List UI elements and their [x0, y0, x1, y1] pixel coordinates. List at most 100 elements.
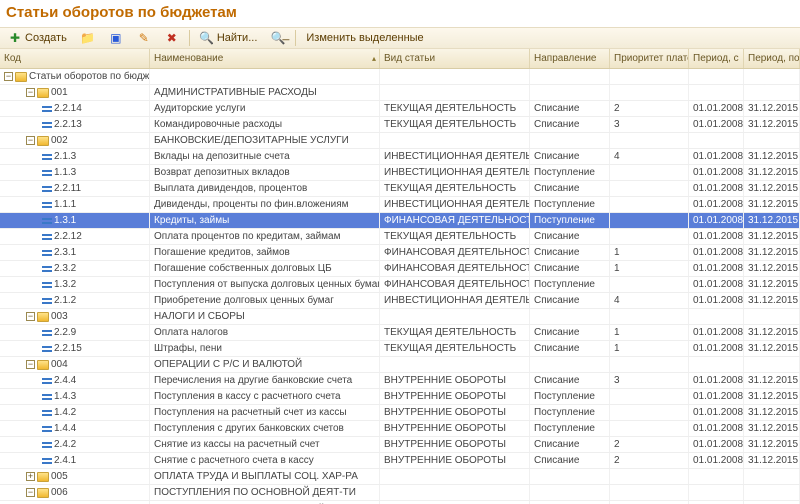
tree-leaf-row[interactable]: 2.2.14Аудиторские услугиТЕКУЩАЯ ДЕЯТЕЛЬН… [0, 101, 800, 117]
name-cell: Погашение собственных долговых ЦБ [150, 261, 380, 276]
from-cell [689, 485, 744, 500]
tree-leaf-row[interactable]: 1.4.4Поступления с других банковских сче… [0, 421, 800, 437]
type-cell: ФИНАНСОВАЯ ДЕЯТЕЛЬНОСТЬ [380, 277, 530, 292]
tree-leaf-row[interactable]: 1.4.2Поступления на расчетный счет из ка… [0, 405, 800, 421]
separator [295, 30, 296, 46]
item-icon [42, 234, 52, 240]
copy-button[interactable]: ▣ [105, 29, 127, 47]
edit-button[interactable]: ✎ [133, 29, 155, 47]
tree-leaf-row[interactable]: 2.2.13Командировочные расходыТЕКУЩАЯ ДЕЯ… [0, 117, 800, 133]
col-name[interactable]: Наименование▴ [150, 49, 380, 68]
tree-leaf-row[interactable]: 2.4.2Снятие из кассы на расчетный счетВН… [0, 437, 800, 453]
col-prio[interactable]: Приоритет платежа [610, 49, 689, 68]
tree-leaf-row[interactable]: 2.4.4Перечисления на другие банковские с… [0, 373, 800, 389]
type-cell: ИНВЕСТИЦИОННАЯ ДЕЯТЕЛЬНОСТЬ [380, 149, 530, 164]
prio-cell: 4 [610, 149, 689, 164]
root-label: Статьи оборотов по бюджетам [29, 71, 150, 82]
to-cell [744, 357, 800, 372]
collapse-icon[interactable]: − [26, 488, 35, 497]
tree-leaf-row[interactable]: 1.1.1Дивиденды, проценты по фин.вложения… [0, 197, 800, 213]
tree-leaf-row[interactable]: 1.1.3Возврат депозитных вкладовИНВЕСТИЦИ… [0, 165, 800, 181]
dir-cell: Поступление [530, 213, 610, 228]
name-cell: Вклады на депозитные счета [150, 149, 380, 164]
collapse-icon[interactable]: − [26, 136, 35, 145]
folder-icon [37, 360, 49, 370]
collapse-icon[interactable]: − [4, 72, 13, 81]
clear-find-button[interactable]: 🔍̶ [267, 29, 289, 47]
prio-cell: 2 [610, 437, 689, 452]
plus-icon: ✚ [8, 31, 22, 45]
from-cell: 01.01.2008 [689, 197, 744, 212]
expand-icon[interactable]: + [26, 472, 35, 481]
col-code[interactable]: Код [0, 49, 150, 68]
tree-leaf-row[interactable]: 2.2.12Оплата процентов по кредитам, займ… [0, 229, 800, 245]
prio-cell: 1 [610, 325, 689, 340]
folder-icon [37, 312, 49, 322]
to-cell: 31.12.2015 [744, 325, 800, 340]
name-cell: АДМИНИСТРАТИВНЫЕ РАСХОДЫ [150, 85, 380, 100]
copy-icon: ▣ [109, 31, 123, 45]
code-text: 2.4.2 [54, 439, 76, 450]
type-cell: ФИНАНСОВАЯ ДЕЯТЕЛЬНОСТЬ [380, 261, 530, 276]
from-cell: 01.01.2008 [689, 405, 744, 420]
tree-group-row[interactable]: −002БАНКОВСКИЕ/ДЕПОЗИТАРНЫЕ УСЛУГИ [0, 133, 800, 149]
name-cell: Погашение кредитов, займов [150, 245, 380, 260]
prio-cell [610, 389, 689, 404]
tree-leaf-row[interactable]: 2.3.1Погашение кредитов, займовФИНАНСОВА… [0, 245, 800, 261]
name-cell: Приобретение долговых ценных бумаг [150, 293, 380, 308]
create-button[interactable]: ✚ Создать [4, 29, 71, 47]
find-label: Найти... [217, 32, 258, 44]
dir-cell: Списание [530, 261, 610, 276]
tree-root-row[interactable]: − Статьи оборотов по бюджетам [0, 69, 800, 85]
collapse-icon[interactable]: − [26, 360, 35, 369]
to-cell: 31.12.2015 [744, 261, 800, 276]
name-cell: ОПЛАТА ТРУДА И ВЫПЛАТЫ СОЦ. ХАР-РА [150, 469, 380, 484]
tree-leaf-row[interactable]: 1.3.2Поступления от выпуска долговых цен… [0, 277, 800, 293]
item-icon [42, 106, 52, 112]
tree-leaf-row[interactable]: 1.3.1Кредиты, займыФИНАНСОВАЯ ДЕЯТЕЛЬНОС… [0, 213, 800, 229]
tree-leaf-row[interactable]: 2.3.2Погашение собственных долговых ЦБФИ… [0, 261, 800, 277]
tree-group-row[interactable]: −004ОПЕРАЦИИ С Р/С И ВАЛЮТОЙ [0, 357, 800, 373]
col-type[interactable]: Вид статьи [380, 49, 530, 68]
to-cell [744, 133, 800, 148]
prio-cell [610, 405, 689, 420]
tree-group-row[interactable]: −001АДМИНИСТРАТИВНЫЕ РАСХОДЫ [0, 85, 800, 101]
to-cell: 31.12.2015 [744, 117, 800, 132]
from-cell: 01.01.2008 [689, 341, 744, 356]
to-cell: 31.12.2015 [744, 453, 800, 468]
name-cell: Поступления в кассу с расчетного счета [150, 389, 380, 404]
from-cell: 01.01.2008 [689, 213, 744, 228]
item-icon [42, 202, 52, 208]
tree-leaf-row[interactable]: 1.4.3Поступления в кассу с расчетного сч… [0, 389, 800, 405]
delete-button[interactable]: ✖ [161, 29, 183, 47]
tree-group-row[interactable]: +005ОПЛАТА ТРУДА И ВЫПЛАТЫ СОЦ. ХАР-РА [0, 469, 800, 485]
code-text: 1.3.2 [54, 279, 76, 290]
tree-leaf-row[interactable]: 2.2.15Штрафы, пениТЕКУЩАЯ ДЕЯТЕЛЬНОСТЬСп… [0, 341, 800, 357]
type-cell: ИНВЕСТИЦИОННАЯ ДЕЯТЕЛЬНОСТЬ [380, 197, 530, 212]
prio-cell [610, 485, 689, 500]
from-cell: 01.01.2008 [689, 229, 744, 244]
tree-leaf-row[interactable]: 2.1.3Вклады на депозитные счетаИНВЕСТИЦИ… [0, 149, 800, 165]
col-dir[interactable]: Направление [530, 49, 610, 68]
tree-leaf-row[interactable]: 2.4.1Снятие с расчетного счета в кассуВН… [0, 453, 800, 469]
toolbar: ✚ Создать 📁 ▣ ✎ ✖ 🔍 Найти... 🔍̶ Изменить… [0, 27, 800, 49]
to-cell: 31.12.2015 [744, 213, 800, 228]
col-from[interactable]: Период, с [689, 49, 744, 68]
collapse-icon[interactable]: − [26, 88, 35, 97]
tree-group-row[interactable]: −003НАЛОГИ И СБОРЫ [0, 309, 800, 325]
from-cell: 01.01.2008 [689, 149, 744, 164]
edit-selected-button[interactable]: Изменить выделенные [302, 29, 427, 47]
tree-leaf-row[interactable]: 2.2.11Выплата дивидендов, процентовТЕКУЩ… [0, 181, 800, 197]
from-cell [689, 469, 744, 484]
tree-leaf-row[interactable]: 2.2.9Оплата налоговТЕКУЩАЯ ДЕЯТЕЛЬНОСТЬС… [0, 325, 800, 341]
name-cell: Оплата налогов [150, 325, 380, 340]
col-to[interactable]: Период, по [744, 49, 800, 68]
find-button[interactable]: 🔍 Найти... [196, 29, 262, 47]
from-cell: 01.01.2008 [689, 245, 744, 260]
new-folder-button[interactable]: 📁 [77, 29, 99, 47]
folder-icon [37, 488, 49, 498]
tree-group-row[interactable]: −006ПОСТУПЛЕНИЯ ПО ОСНОВНОЙ ДЕЯТ-ТИ [0, 485, 800, 501]
collapse-icon[interactable]: − [26, 312, 35, 321]
tree-leaf-row[interactable]: 2.1.2Приобретение долговых ценных бумагИ… [0, 293, 800, 309]
code-text: 004 [51, 359, 68, 370]
